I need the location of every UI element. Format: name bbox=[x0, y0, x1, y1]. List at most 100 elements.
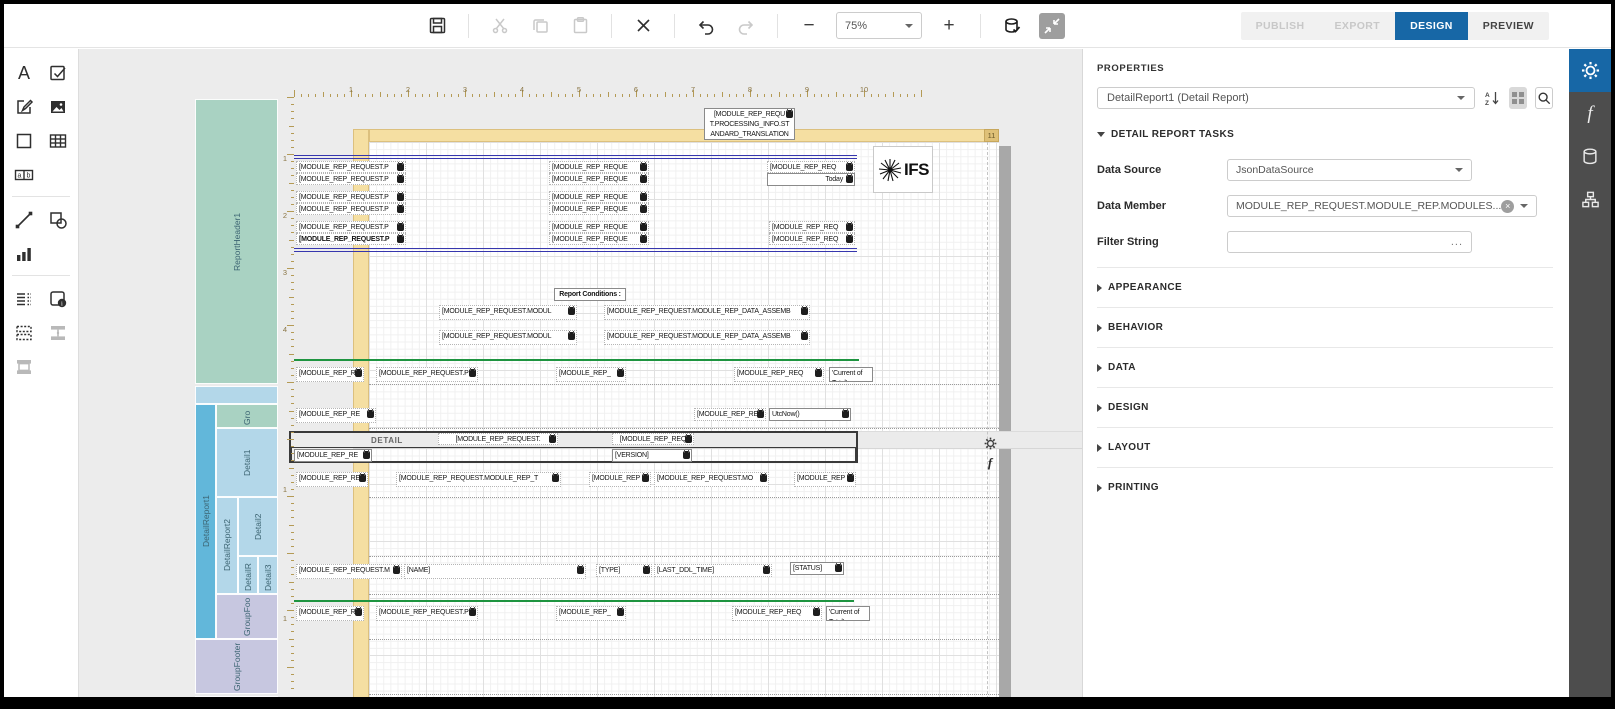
table-frame[interactable] bbox=[291, 447, 856, 462]
report-field[interactable]: [MODULE_REP_REQUE bbox=[549, 173, 649, 185]
fullscreen-toggle-icon[interactable] bbox=[1039, 12, 1065, 39]
report-field[interactable]: [MODULE_REP_REQUEST.MODUL bbox=[439, 305, 577, 320]
report-field[interactable]: [MODULE_REP_REQUEST.P bbox=[296, 173, 406, 185]
table-of-contents-control-icon[interactable] bbox=[8, 285, 40, 313]
picturebox-control-icon[interactable] bbox=[42, 93, 74, 121]
report-field[interactable]: [MODULE_REP_REQUEST.P bbox=[296, 191, 406, 203]
report-field[interactable]: [MODULE_REP_ bbox=[556, 367, 626, 382]
report-field[interactable]: [MODULE_REP_REQUEST.P bbox=[296, 221, 406, 233]
report-field[interactable]: [MODULE_REP bbox=[794, 472, 856, 487]
report-field[interactable]: [MODULE_REP_REQU T.PROCESSING_INFO.ST AN… bbox=[704, 108, 795, 140]
paste-icon[interactable] bbox=[567, 13, 593, 39]
categorized-view-icon[interactable] bbox=[1508, 87, 1527, 109]
design-tab[interactable]: DESIGN bbox=[1395, 12, 1468, 40]
delete-icon[interactable] bbox=[630, 13, 656, 39]
report-field[interactable]: [MODULE_REP_REQUEST.P bbox=[296, 161, 406, 173]
band-label-detail1[interactable]: Detail1 bbox=[216, 428, 278, 497]
report-field[interactable]: [MODULE_REP_REQUEST. bbox=[438, 433, 558, 445]
band-label-detail2[interactable]: Detail2 bbox=[238, 497, 278, 556]
data-source-select[interactable]: JsonDataSource bbox=[1227, 159, 1472, 181]
report-line[interactable] bbox=[294, 248, 857, 252]
save-icon[interactable] bbox=[424, 13, 450, 39]
report-field[interactable]: UtcNow() bbox=[769, 408, 851, 421]
zoom-level-select[interactable]: 75% bbox=[836, 12, 922, 39]
report-field[interactable]: [MODULE_REP_REQ bbox=[732, 606, 822, 621]
band-label-detailreport2[interactable]: DetailReport2 bbox=[216, 497, 238, 594]
report-field[interactable]: [MODULE_REP_REQUEST.MODULE_REP_DATA_ASSE… bbox=[604, 330, 810, 345]
report-field[interactable]: [MODULE_REP_REQ bbox=[769, 233, 855, 245]
band-label-groupfoo[interactable]: GroupFoo bbox=[216, 594, 278, 639]
table-control-icon[interactable] bbox=[42, 127, 74, 155]
report-field[interactable]: [TYPE] bbox=[596, 564, 652, 577]
report-field[interactable]: Today bbox=[767, 173, 855, 186]
report-field[interactable]: [MODULE_REP bbox=[589, 472, 651, 487]
chart-control-icon[interactable] bbox=[8, 240, 40, 268]
validate-icon[interactable] bbox=[999, 13, 1025, 39]
report-field[interactable]: [MODULE_REP_REQUE bbox=[549, 221, 649, 233]
section-design[interactable]: DESIGN bbox=[1097, 390, 1553, 425]
report-line[interactable] bbox=[294, 359, 859, 361]
export-button[interactable]: EXPORT bbox=[1320, 12, 1396, 40]
band-label-detail3[interactable]: Detail3 bbox=[258, 556, 278, 594]
report-field[interactable]: [MODULE_REP_REQUE bbox=[549, 191, 649, 203]
band-label-detail[interactable] bbox=[195, 696, 278, 697]
report-field[interactable]: [MODULE_REP_REQUEST.MODULE_REP_T bbox=[396, 472, 561, 487]
data-source-database-icon[interactable] bbox=[1569, 135, 1611, 178]
band-label-detailr[interactable]: DetailR bbox=[238, 556, 258, 594]
publish-button[interactable]: PUBLISH bbox=[1241, 12, 1320, 40]
band-label-reportheader1[interactable]: ReportHeader1 bbox=[195, 99, 278, 384]
section-data[interactable]: DATA bbox=[1097, 350, 1553, 385]
report-field[interactable]: [MODULE_REP_ bbox=[556, 606, 626, 621]
cross-band-line-control-icon[interactable] bbox=[42, 319, 74, 347]
report-field[interactable]: [MODULE_REP_REQ bbox=[734, 367, 824, 382]
shape-control-icon[interactable] bbox=[42, 206, 74, 234]
report-logo-box[interactable]: IFS bbox=[873, 146, 933, 193]
section-printing[interactable]: PRINTING bbox=[1097, 470, 1553, 505]
report-field[interactable]: [VERSION] bbox=[612, 449, 692, 462]
report-field[interactable]: [MODULE_REP_REQUEST.P bbox=[296, 233, 406, 245]
checkbox-control-icon[interactable] bbox=[42, 59, 74, 87]
data-member-select[interactable]: MODULE_REP_REQUEST.MODULE_REP.MODULES...… bbox=[1227, 195, 1538, 217]
report-field[interactable]: [MODULE_REP_REQ bbox=[769, 221, 855, 233]
report-field[interactable]: [MODULE_REP_RE bbox=[296, 367, 364, 382]
panel-control-icon[interactable] bbox=[8, 127, 40, 155]
copy-icon[interactable] bbox=[527, 13, 553, 39]
page-info-control-icon[interactable]: i bbox=[42, 285, 74, 313]
report-field[interactable]: [MODULE_REP_REQUEST.MODUL bbox=[439, 330, 577, 345]
control-selector[interactable]: DetailReport1 (Detail Report) bbox=[1097, 87, 1475, 109]
section-detail-report-tasks[interactable]: DETAIL REPORT TASKS bbox=[1097, 117, 1553, 152]
report-field[interactable]: [MODULE_REP_RE bbox=[296, 606, 364, 621]
section-layout[interactable]: LAYOUT bbox=[1097, 430, 1553, 465]
report-field[interactable]: [MODULE_REP_REQ bbox=[767, 161, 855, 173]
report-field[interactable]: [MODULE_REP_REQUE bbox=[549, 161, 649, 173]
report-field[interactable]: 'Current of Total' bbox=[826, 606, 870, 621]
character-comb-control-icon[interactable]: ab bbox=[8, 161, 40, 189]
report-field[interactable]: Report Conditions : bbox=[554, 288, 626, 301]
report-field[interactable]: [LAST_DDL_TIME] bbox=[654, 564, 772, 577]
page-break-control-icon[interactable] bbox=[8, 319, 40, 347]
richtext-control-icon[interactable] bbox=[8, 93, 40, 121]
band-label-gro[interactable]: Gro bbox=[216, 404, 278, 428]
zoom-in-icon[interactable]: + bbox=[936, 13, 962, 39]
report-field[interactable]: [MODULE_REP_REQUEST.P bbox=[376, 367, 478, 382]
filter-string-input[interactable]: ... bbox=[1227, 231, 1472, 253]
redo-icon[interactable] bbox=[733, 13, 759, 39]
ellipsis-button[interactable]: ... bbox=[1451, 236, 1463, 248]
sort-az-icon[interactable]: AZ bbox=[1483, 87, 1501, 109]
report-field[interactable]: [MODULE_REP_REQUEST.P bbox=[376, 606, 478, 621]
report-field[interactable]: [MODULE_REP_RE bbox=[296, 408, 376, 423]
section-appearance[interactable]: APPEARANCE bbox=[1097, 270, 1553, 305]
zoom-out-icon[interactable]: − bbox=[796, 13, 822, 39]
report-field[interactable]: [MODULE_REP_REQUE bbox=[549, 203, 649, 215]
report-explorer-sitemap-icon[interactable] bbox=[1569, 178, 1611, 221]
report-line[interactable] bbox=[294, 600, 854, 602]
report-field[interactable]: [STATUS] bbox=[790, 562, 844, 575]
report-field[interactable]: [MODULE_REP_REQUEST.M bbox=[296, 564, 402, 579]
clear-icon[interactable]: × bbox=[1501, 199, 1515, 213]
undo-icon[interactable] bbox=[693, 13, 719, 39]
report-field[interactable]: [MODULE_REP_RE bbox=[694, 408, 766, 421]
report-field[interactable]: [MODULE_REP_REQUEST.MODULE_REP_DATA_ASSE… bbox=[604, 305, 810, 320]
report-field[interactable]: 'Current of Total' bbox=[829, 367, 873, 382]
preview-tab[interactable]: PREVIEW bbox=[1468, 12, 1549, 40]
report-field[interactable]: [MODULE_REP_REQ bbox=[296, 472, 368, 487]
